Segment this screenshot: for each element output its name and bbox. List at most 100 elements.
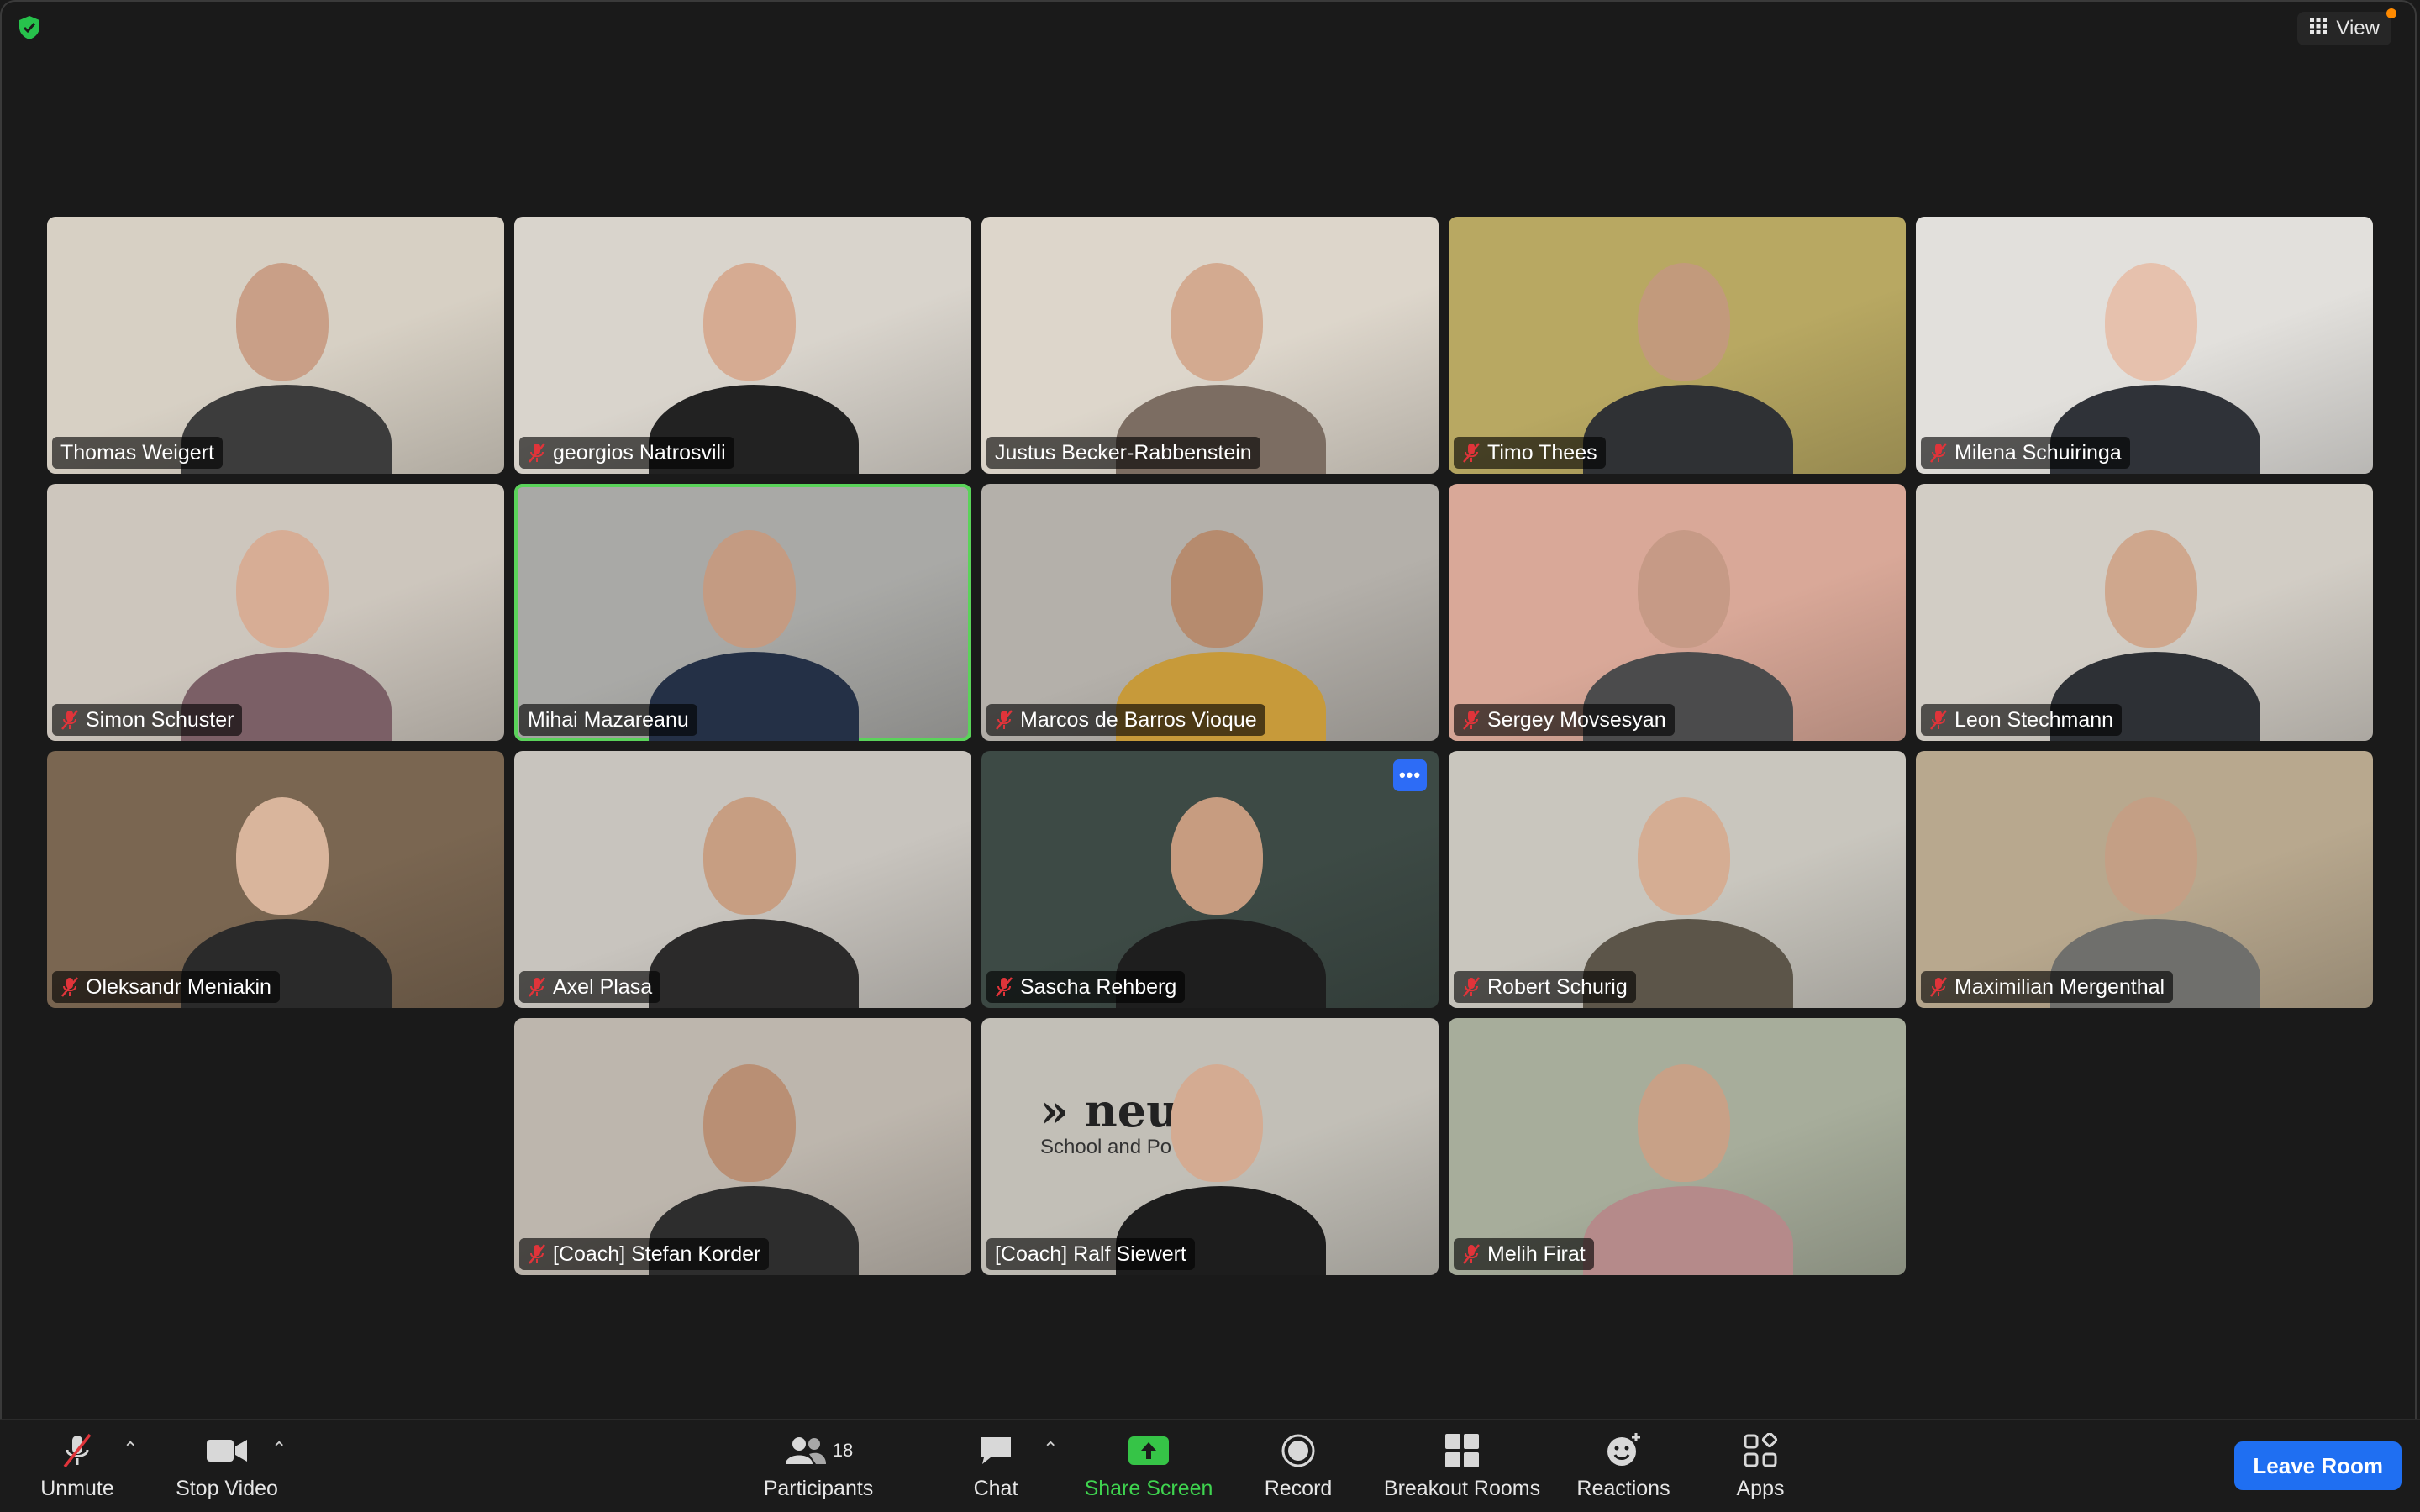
- participant-face: [1171, 797, 1263, 915]
- participant-face: [1171, 1064, 1263, 1182]
- participant-nameplate: Justus Becker-Rabbenstein: [986, 437, 1260, 469]
- muted-microphone-icon: [60, 709, 79, 731]
- video-tile[interactable]: Melih Firat: [1449, 1018, 1906, 1275]
- leave-room-button[interactable]: Leave Room: [2234, 1441, 2402, 1490]
- video-tile[interactable]: Simon Schuster: [47, 484, 504, 741]
- breakout-rooms-label: Breakout Rooms: [1383, 1476, 1541, 1500]
- participant-name: Milena Schuiringa: [1954, 440, 2122, 465]
- participant-name: Justus Becker-Rabbenstein: [995, 440, 1252, 465]
- participant-nameplate: [Coach] Ralf Siewert: [986, 1238, 1195, 1270]
- participant-nameplate: Milena Schuiringa: [1921, 437, 2130, 469]
- microphone-off-icon: [58, 1431, 97, 1470]
- video-tile[interactable]: [Coach] Stefan Korder: [514, 1018, 971, 1275]
- stop-video-button[interactable]: Stop Video: [168, 1420, 286, 1512]
- unmute-button[interactable]: Unmute: [34, 1420, 121, 1512]
- video-tile[interactable]: Oleksandr Meniakin: [47, 751, 504, 1008]
- participant-face: [703, 797, 796, 915]
- participant-name: Thomas Weigert: [60, 440, 214, 465]
- video-tile[interactable]: Thomas Weigert: [47, 217, 504, 474]
- participant-face: [1638, 1064, 1730, 1182]
- participant-nameplate: georgios Natrosvili: [519, 437, 734, 469]
- participant-nameplate: Maximilian Mergenthal: [1921, 971, 2174, 1003]
- participant-nameplate: Sergey Movsesyan: [1454, 704, 1675, 736]
- video-tile[interactable]: » neu he School and Po ent [Coach] Ralf Si…: [981, 1018, 1439, 1275]
- muted-microphone-icon: [1462, 976, 1481, 998]
- reactions-smiley-icon: [1604, 1431, 1643, 1470]
- participant-face: [236, 797, 329, 915]
- participant-name: Sergey Movsesyan: [1487, 707, 1666, 732]
- participant-face: [703, 1064, 796, 1182]
- video-tile[interactable]: Sergey Movsesyan: [1449, 484, 1906, 741]
- record-icon: [1280, 1431, 1317, 1470]
- participant-nameplate: Sascha Rehberg: [986, 971, 1186, 1003]
- participant-nameplate: [Coach] Stefan Korder: [519, 1238, 770, 1270]
- video-tile[interactable]: Leon Stechmann: [1916, 484, 2373, 741]
- video-tile[interactable]: Maximilian Mergenthal: [1916, 751, 2373, 1008]
- participant-nameplate: Marcos de Barros Vioque: [986, 704, 1265, 736]
- participant-body: [1583, 1186, 1793, 1275]
- video-camera-icon: [205, 1431, 249, 1470]
- participant-face: [2105, 263, 2197, 381]
- video-tile[interactable]: Justus Becker-Rabbenstein: [981, 217, 1439, 474]
- chat-options-chevron-icon[interactable]: ⌃: [1043, 1438, 1058, 1460]
- share-screen-label: Share Screen: [1084, 1476, 1213, 1500]
- participant-face: [1638, 797, 1730, 915]
- muted-microphone-icon: [528, 976, 546, 998]
- video-tile[interactable]: Timo Thees: [1449, 217, 1906, 474]
- participant-name: [Coach] Stefan Korder: [553, 1242, 761, 1266]
- muted-microphone-icon: [1462, 709, 1481, 731]
- muted-microphone-icon: [1929, 442, 1948, 464]
- participant-body: [649, 919, 859, 1008]
- participant-name: Oleksandr Meniakin: [86, 974, 271, 999]
- reactions-button[interactable]: Reactions: [1571, 1420, 1676, 1512]
- participant-face: [1638, 530, 1730, 648]
- participant-name: Timo Thees: [1487, 440, 1597, 465]
- participant-face: [2105, 530, 2197, 648]
- video-options-chevron-icon[interactable]: ⌃: [271, 1438, 287, 1460]
- muted-microphone-icon: [528, 442, 546, 464]
- muted-microphone-icon: [1929, 976, 1948, 998]
- audio-options-chevron-icon[interactable]: ⌃: [123, 1438, 138, 1460]
- apps-icon: [1743, 1431, 1778, 1470]
- chat-button[interactable]: Chat: [962, 1420, 1029, 1512]
- video-tile[interactable]: georgios Natrosvili: [514, 217, 971, 474]
- muted-microphone-icon: [995, 709, 1013, 731]
- record-button[interactable]: Record: [1256, 1420, 1340, 1512]
- muted-microphone-icon: [1462, 1243, 1481, 1265]
- video-tile[interactable]: Milena Schuiringa: [1916, 217, 2373, 474]
- video-grid: Thomas Weigert georgios Natrosvili Justus …: [0, 0, 2420, 1411]
- participant-nameplate: Thomas Weigert: [52, 437, 223, 469]
- participant-name: Melih Firat: [1487, 1242, 1586, 1266]
- muted-microphone-icon: [528, 1243, 546, 1265]
- share-screen-icon: [1127, 1431, 1171, 1470]
- participants-button[interactable]: 18 Participants: [753, 1420, 884, 1512]
- breakout-rooms-button[interactable]: Breakout Rooms: [1378, 1420, 1546, 1512]
- apps-label: Apps: [1736, 1476, 1785, 1500]
- muted-microphone-icon: [60, 976, 79, 998]
- unmute-label: Unmute: [40, 1476, 114, 1500]
- participants-label: Participants: [763, 1476, 874, 1500]
- more-options-button[interactable]: •••: [1393, 759, 1427, 791]
- participant-face: [703, 530, 796, 648]
- chat-label: Chat: [973, 1476, 1018, 1500]
- participant-nameplate: Oleksandr Meniakin: [52, 971, 280, 1003]
- muted-microphone-icon: [1929, 709, 1948, 731]
- participant-nameplate: Robert Schurig: [1454, 971, 1636, 1003]
- share-screen-button[interactable]: Share Screen: [1081, 1420, 1216, 1512]
- muted-microphone-icon: [1462, 442, 1481, 464]
- participant-nameplate: Axel Plasa: [519, 971, 661, 1003]
- muted-microphone-icon: [995, 976, 1013, 998]
- video-tile[interactable]: ••• Sascha Rehberg: [981, 751, 1439, 1008]
- video-tile[interactable]: Axel Plasa: [514, 751, 971, 1008]
- participant-nameplate: Timo Thees: [1454, 437, 1606, 469]
- apps-button[interactable]: Apps: [1723, 1420, 1798, 1512]
- participant-face: [1171, 263, 1263, 381]
- video-tile[interactable]: Mihai Mazareanu: [514, 484, 971, 741]
- participant-name: Axel Plasa: [553, 974, 653, 999]
- video-tile[interactable]: Robert Schurig: [1449, 751, 1906, 1008]
- participant-face: [236, 263, 329, 381]
- participant-name: Marcos de Barros Vioque: [1020, 707, 1257, 732]
- participant-body: [1583, 385, 1793, 474]
- participant-face: [236, 530, 329, 648]
- video-tile[interactable]: Marcos de Barros Vioque: [981, 484, 1439, 741]
